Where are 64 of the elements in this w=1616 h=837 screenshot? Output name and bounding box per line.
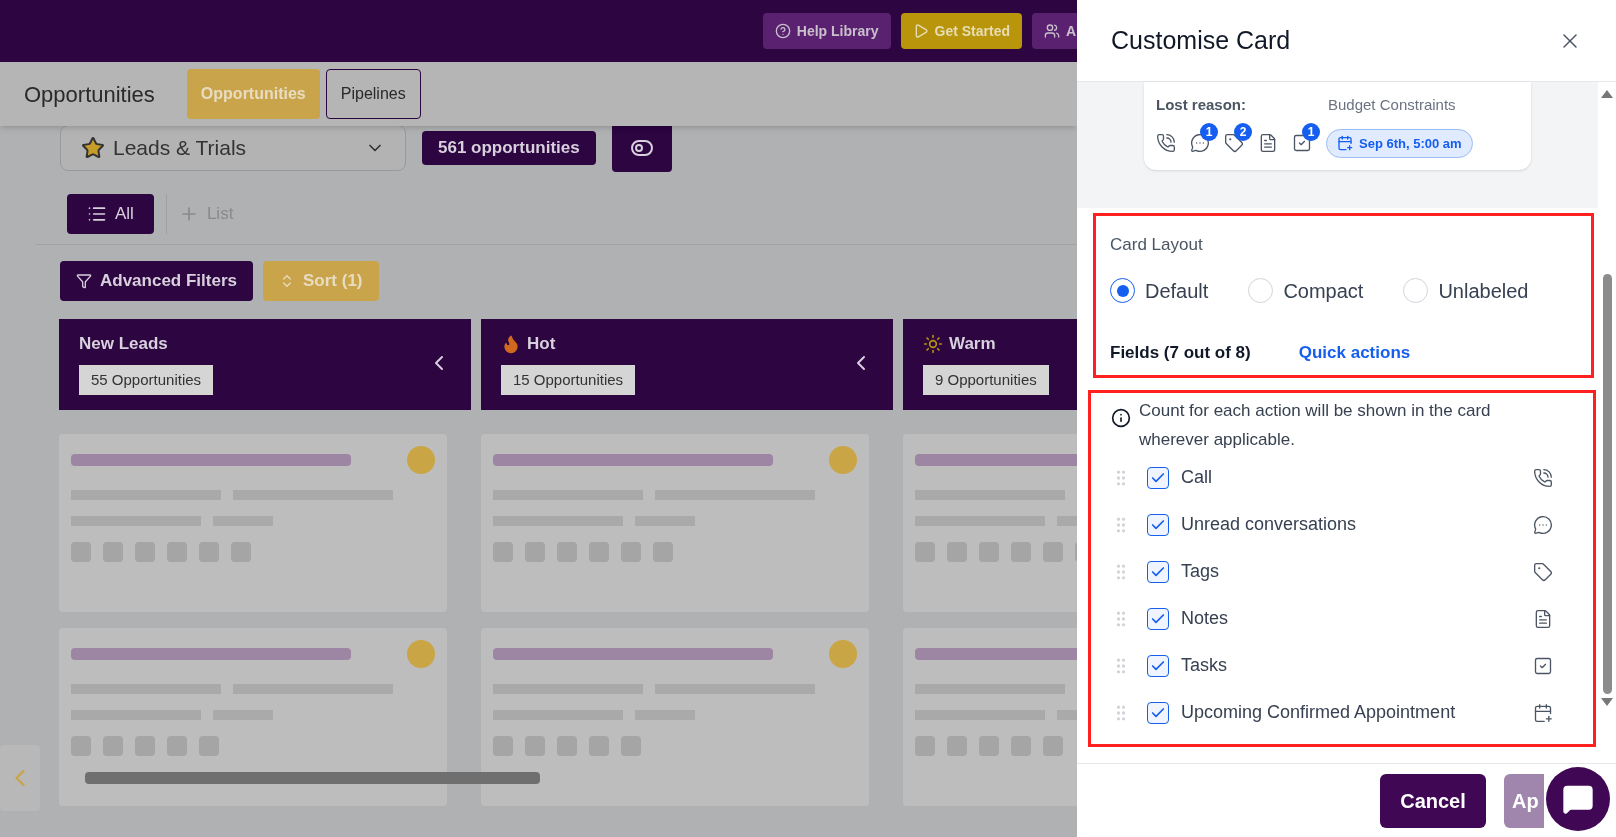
action-label: Tasks [1181,654,1228,677]
advanced-filters-button[interactable]: Advanced Filters [60,261,253,301]
document-icon [1533,608,1553,629]
count-badge: 2 [1234,123,1252,142]
tag-icon [1533,561,1553,582]
action-checkbox[interactable] [1147,560,1169,583]
count-badge: 1 [1302,123,1320,142]
info-icon [1111,408,1131,428]
page-title: Opportunities [24,80,155,109]
chat-bubble-icon [1533,514,1553,535]
document-icon [1258,133,1278,154]
header-tab[interactable]: Pipelines [325,69,421,119]
action-checkbox[interactable] [1147,701,1169,724]
scroll-up-arrow-icon[interactable] [1601,90,1613,98]
chat-launcher-button[interactable] [1546,767,1610,831]
calendar-icon [1337,135,1353,152]
action-checkbox[interactable] [1147,654,1169,677]
stage-name: Warm [949,333,996,355]
scroll-down-arrow-icon[interactable] [1601,698,1613,706]
top-bar-button[interactable]: Help Library [762,13,891,49]
layout-radio[interactable]: Unlabeled [1403,275,1529,306]
appointment-chip: Sep 6th, 5:00 am [1326,128,1473,158]
section-label: Card Layout [1110,234,1204,256]
action-checkbox[interactable] [1147,607,1169,630]
stage-name: Hot [527,333,556,355]
phone-icon [1156,133,1176,154]
action-label: Tags [1181,560,1221,583]
layout-radio[interactable]: Compact [1248,275,1364,306]
list-icon [87,204,107,224]
pipeline-select[interactable]: Leads & Trials [60,125,406,171]
sun-icon [923,333,943,354]
stage-count-badge: 55 Opportunities [79,364,214,395]
stage-count-badge: 9 Opportunities [923,364,1049,395]
count-badge: 1 [1200,123,1218,142]
list-tab[interactable]: All [67,194,154,234]
info-text: Count for each action will be shown in the card wherever applicable. [1139,400,1492,451]
cancel-button[interactable]: Cancel [1380,773,1486,828]
people-icon [1044,23,1060,39]
phone-icon [1533,467,1553,488]
stage-name: New Leads [79,333,168,355]
opportunities-count-badge: 561 opportunities [422,131,596,165]
panel-title: Customise Card [1111,24,1291,56]
action-checkbox[interactable] [1147,466,1169,489]
field-label: Lost reason: [1156,95,1247,115]
action-label: Upcoming Confirmed Appointment [1181,701,1457,724]
stage-count-badge: 15 Opportunities [501,364,636,395]
checkbox-icon [1533,655,1553,676]
top-bar-button[interactable]: A [1032,13,1077,49]
action-label: Notes [1181,607,1230,630]
field-value: Budget Constraints [1328,95,1456,115]
action-label: Call [1181,466,1213,489]
layout-radio[interactable]: Default [1110,275,1209,306]
calendar-icon [1533,702,1553,723]
action-checkbox[interactable] [1147,513,1169,536]
flame-icon [501,333,521,354]
action-label: Unread conversations [1181,513,1358,536]
section-tab[interactable]: Fields (7 out of 8) [1110,339,1251,365]
filter-icon [76,273,92,289]
chat-icon [1562,783,1594,815]
star-icon [81,136,105,160]
toggle-view-button[interactable] [611,124,672,172]
horizontal-scrollbar[interactable] [85,772,540,784]
help-icon [774,23,791,39]
section-tab[interactable]: Quick actions [1298,339,1411,365]
